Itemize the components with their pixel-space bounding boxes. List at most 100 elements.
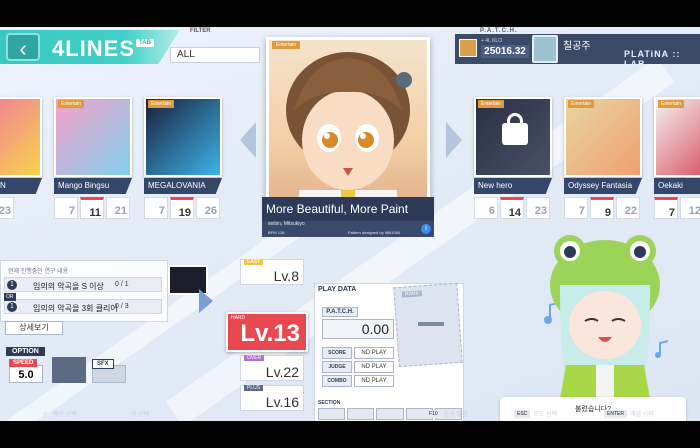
song-title: Oekaki <box>654 178 700 194</box>
song-jacket-art <box>566 99 640 175</box>
mission-text: 임의의 악곡을 3회 클리어 <box>33 304 118 313</box>
difficulty-label: PLUS <box>244 385 264 391</box>
mission-item: 1 임의의 악곡을 S 이상 0 / 1 <box>4 277 162 292</box>
mascot-frog-girl <box>544 235 669 421</box>
mission-arrow-icon <box>199 289 213 313</box>
play-data-title: PLAY DATA <box>318 286 357 293</box>
settings-label: 환경 설정 <box>443 412 468 418</box>
song-jacket[interactable]: Entertain <box>54 97 132 177</box>
difficulty-level: Lv.16 <box>265 394 299 410</box>
song-select-hint: 곡 선택 <box>118 409 149 418</box>
song-level-badge: 14 <box>500 197 524 219</box>
filter-label: FILTER <box>190 28 211 34</box>
mission-number: 1 <box>7 280 17 290</box>
song-level-badge: 7 <box>54 197 78 219</box>
filter-dropdown[interactable]: ALL <box>170 47 260 63</box>
pattern-select-label: 패턴 선택 <box>53 412 77 418</box>
option-label: OPTION <box>6 347 45 356</box>
esc-key: ESC <box>514 409 531 418</box>
section-cell <box>376 408 404 420</box>
song-title: A POTION <box>0 178 42 194</box>
difficulty-label: OVER <box>244 355 265 361</box>
mission-progress: 0 / 1 <box>115 281 129 288</box>
featured-song-title: More Beautiful, More Paint <box>262 197 434 221</box>
play-patch-value: 0.00 <box>322 319 394 339</box>
difficulty-hard-selected[interactable]: HARD Lv.13 <box>226 312 308 352</box>
song-jacket[interactable]: Entertain <box>144 97 222 177</box>
mode-select-hint[interactable]: ESC 모드 선택 <box>514 409 557 418</box>
song-title: Odyssey Fantasia <box>564 178 642 194</box>
featured-artist: seibin, Mitsukiyo <box>268 221 305 227</box>
judge-value: ND PLAY <box>354 361 394 373</box>
song-level-badge: 11 <box>80 197 104 219</box>
song-level-badge: 22 <box>616 197 640 219</box>
song-level-badge: 9 <box>590 197 614 219</box>
song-level-badge: 7 <box>564 197 588 219</box>
speed-value[interactable]: 5.0 <box>9 365 43 383</box>
difficulty-label: EASY <box>244 259 264 265</box>
mode-select-label: 모드 선택 <box>533 412 558 418</box>
featured-character-illustration <box>286 52 412 208</box>
song-select-screen: ‹ 4LINES TAB FILTER ALL P.A.T.C.H. + 4L … <box>0 27 700 421</box>
song-select-label: 곡 선택 <box>131 412 150 418</box>
section-label: SECTION <box>318 400 341 406</box>
option-placeholder-slot[interactable] <box>52 357 86 383</box>
featured-jacket-art[interactable] <box>269 40 427 208</box>
song-title: Mango Bingsu <box>54 178 132 194</box>
rank-empty-indicator <box>418 322 444 326</box>
song-category-tag: Entertain <box>58 100 85 108</box>
mission-text: 임의의 악곡을 S 이상 <box>33 282 104 291</box>
score-row: SCORE ND PLAY <box>322 347 394 359</box>
difficulty-level: Lv.13 <box>240 320 300 347</box>
difficulty-easy[interactable]: EASY Lv.8 <box>240 259 304 285</box>
difficulty-over[interactable]: OVER Lv.22 <box>240 355 304 381</box>
song-level-badge: 23 <box>0 197 14 219</box>
info-icon[interactable]: i <box>421 224 431 234</box>
song-level-badge: 23 <box>526 197 550 219</box>
song-category-tag: Entertain <box>568 100 595 108</box>
avatar[interactable] <box>532 35 558 63</box>
song-category-tag: Entertain <box>148 100 175 108</box>
player-name: 칠공주 <box>563 41 591 52</box>
mode-title: 4LINES <box>52 36 136 61</box>
mission-number: 1 <box>7 302 17 312</box>
f10-key: F10 <box>426 409 441 418</box>
featured-pattern-designer: Pattern designed by 9881000 <box>348 230 401 235</box>
song-levels: 1723 <box>0 197 44 219</box>
lock-icon <box>502 113 528 145</box>
combo-row: COMBO ND PLAY <box>322 375 394 387</box>
difficulty-plus[interactable]: PLUS Lv.16 <box>240 385 304 411</box>
next-song-arrow[interactable] <box>446 122 462 158</box>
song-level-badge: 12 <box>680 197 700 219</box>
song-jacket[interactable]: Entertain <box>654 97 700 177</box>
song-category-tag: Entertain <box>478 100 505 108</box>
start-game-hint[interactable]: ENTER 게임 시작 <box>604 409 654 418</box>
dpad-icon <box>40 410 50 417</box>
section-cell <box>318 408 346 420</box>
mission-header: 현재 진행중인 연구 내용 <box>8 269 69 275</box>
song-levels: 7 11 21 <box>54 197 134 219</box>
combo-label: COMBO <box>322 375 352 387</box>
pattern-select-hint: 패턴 선택 <box>40 409 77 418</box>
song-level-badge: 21 <box>106 197 130 219</box>
song-jacket-art <box>0 99 40 175</box>
song-category-tag: Entertain <box>658 100 685 108</box>
score-label: SCORE <box>322 347 352 359</box>
difficulty-level: Lv.8 <box>273 268 299 284</box>
song-level-badge: 26 <box>196 197 220 219</box>
combo-value: ND PLAY <box>354 375 394 387</box>
settings-hint[interactable]: F10 환경 설정 <box>426 409 467 418</box>
song-level-badge: 7 <box>144 197 168 219</box>
song-level-badge: 19 <box>170 197 194 219</box>
patch-sub: + 4L KLO <box>481 38 503 44</box>
prev-song-arrow[interactable] <box>240 122 256 158</box>
song-jacket[interactable]: Entertain <box>564 97 642 177</box>
or-badge: OR <box>4 293 16 301</box>
back-button[interactable]: ‹ <box>6 33 40 61</box>
song-jacket[interactable]: Entertain <box>474 97 552 177</box>
song-jacket[interactable]: Entertain <box>0 97 42 177</box>
details-button[interactable]: 상세보기 <box>5 321 63 335</box>
song-levels: 7 12 <box>654 197 700 219</box>
song-levels: 6 14 23 <box>474 197 554 219</box>
start-game-label: 게임 시작 <box>629 412 654 418</box>
